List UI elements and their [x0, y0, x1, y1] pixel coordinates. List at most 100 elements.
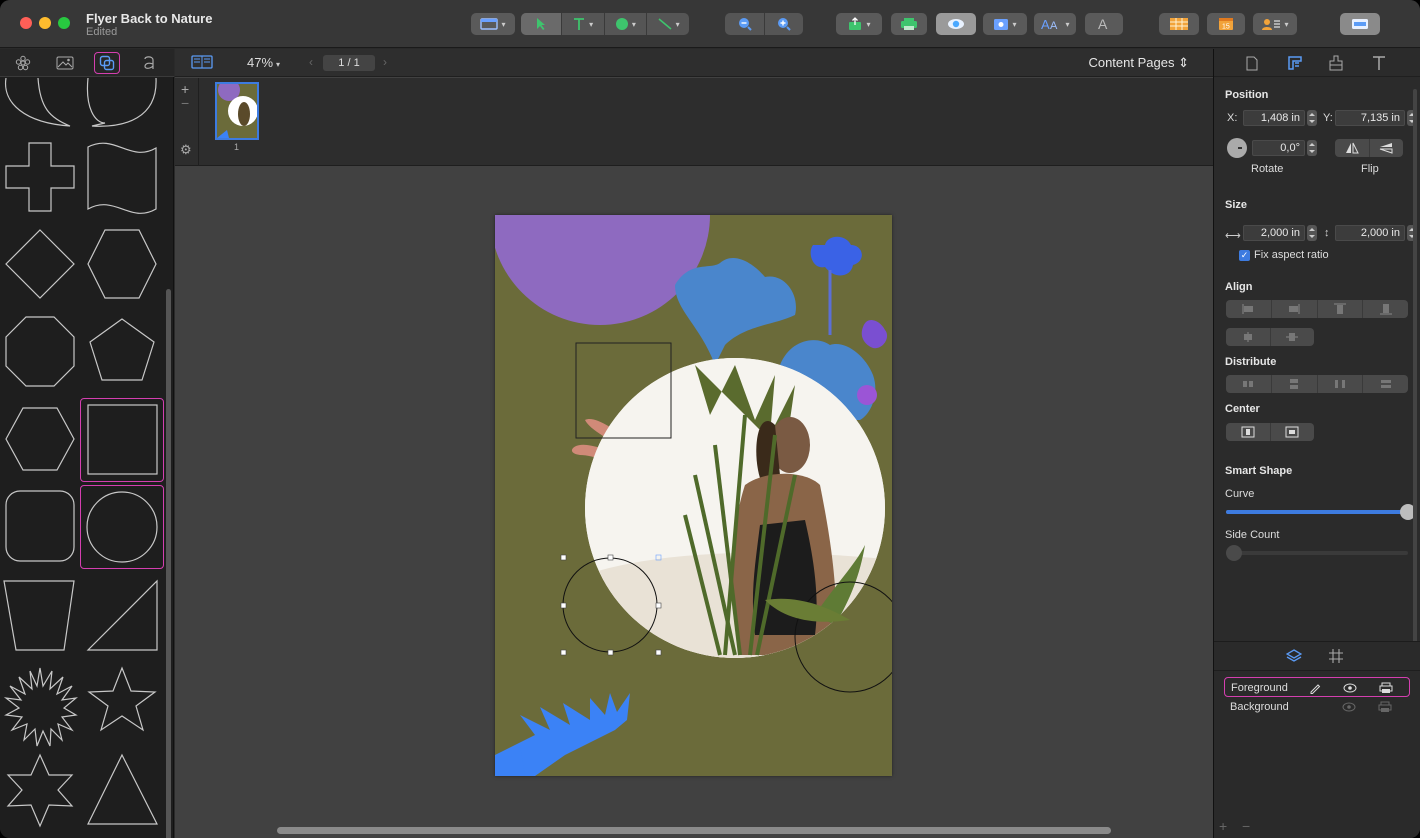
gear-icon[interactable]: ⚙ [180, 142, 192, 158]
tab-images[interactable] [52, 52, 78, 74]
previous-page-icon[interactable]: ‹ [309, 55, 313, 69]
circle-shape-icon [615, 18, 628, 30]
tab-layers[interactable] [1285, 648, 1303, 667]
shape-circle-selected[interactable] [80, 485, 164, 569]
remove-page-icon[interactable]: − [181, 95, 189, 111]
distribute-left-button[interactable] [1226, 375, 1272, 393]
printer-icon[interactable] [1378, 697, 1392, 717]
printer-icon [901, 18, 917, 30]
add-layer-icon[interactable]: + [1219, 818, 1227, 834]
line-tool-button[interactable]: ▾ [647, 13, 689, 35]
zoom-window-button[interactable] [58, 17, 70, 29]
layer-row-foreground[interactable]: Foreground [1224, 677, 1410, 697]
align-left-button[interactable] [1226, 300, 1272, 318]
minimize-window-button[interactable] [39, 17, 51, 29]
flip-vertical-button[interactable] [1370, 139, 1404, 157]
shape-tool-button[interactable]: ▾ [605, 13, 647, 35]
library-tabs [0, 49, 174, 77]
curve-slider[interactable] [1226, 504, 1416, 520]
text-icon [1373, 56, 1385, 70]
zoom-level[interactable]: 47% ▾ [247, 55, 280, 70]
table-button[interactable] [1159, 13, 1199, 35]
shapes-icon [99, 55, 115, 71]
remove-layer-icon[interactable]: − [1242, 818, 1250, 834]
align-right-button[interactable] [1272, 300, 1318, 318]
align-horizontal-center-button[interactable] [1226, 328, 1271, 346]
inspector-scrollbar[interactable] [1413, 89, 1417, 649]
tab-document[interactable] [1240, 53, 1264, 73]
insert-media-button[interactable]: ▾ [983, 13, 1027, 35]
print-button[interactable] [891, 13, 927, 35]
inspector-toggle-button[interactable] [1340, 13, 1380, 35]
view-mode-popup[interactable]: Content Pages ⇕ [1088, 55, 1189, 71]
zoom-out-button[interactable] [726, 13, 764, 35]
toolbar: Flyer Back to Nature Edited ▾ ▾ ▾ ▾ ▾ ▾ … [0, 0, 1420, 48]
width-field[interactable]: 2,000 in [1243, 225, 1305, 241]
distribute-top-button[interactable] [1272, 375, 1318, 393]
export-button[interactable]: ▾ [836, 13, 882, 35]
align-vertical-center-button[interactable] [1271, 328, 1315, 346]
align-top-button[interactable] [1318, 300, 1364, 318]
rotation-field[interactable]: 0,0° [1252, 140, 1305, 156]
page-thumbnails-toggle[interactable] [191, 55, 213, 72]
six-point-star-shape [6, 753, 74, 828]
page-thumbnail[interactable] [215, 82, 259, 140]
tab-style[interactable] [1324, 53, 1348, 73]
rotation-stepper[interactable] [1307, 140, 1317, 156]
distribute-top-icon [1290, 379, 1299, 389]
printer-icon[interactable] [1379, 678, 1393, 698]
hexagon-flat-shape [5, 407, 75, 471]
distribute-horizontal-button[interactable] [1318, 375, 1364, 393]
height-field[interactable]: 2,000 in [1335, 225, 1405, 241]
width-stepper[interactable] [1307, 225, 1317, 241]
arrange-icon [1288, 56, 1302, 70]
next-page-icon[interactable]: › [383, 55, 387, 69]
font-button[interactable]: A [1085, 13, 1123, 35]
center-vertically-button[interactable] [1271, 423, 1315, 441]
layout-menu-button[interactable]: ▾ [471, 13, 515, 35]
zoom-in-button[interactable] [765, 13, 803, 35]
calendar-button[interactable]: 15 [1207, 13, 1245, 35]
flip-horizontal-button[interactable] [1335, 139, 1370, 157]
side-count-label: Side Count [1225, 529, 1280, 541]
layer-row-background[interactable]: Background [1224, 697, 1410, 717]
page-number-field[interactable]: 1 / 1 [323, 55, 375, 71]
close-window-button[interactable] [20, 17, 32, 29]
distribute-vertical-button[interactable] [1363, 375, 1408, 393]
text-style-button[interactable]: A A ▾ [1034, 13, 1076, 35]
eye-icon[interactable] [1343, 678, 1357, 698]
side-count-slider[interactable] [1226, 545, 1408, 561]
tab-text-styles[interactable] [136, 52, 162, 74]
align-bottom-button[interactable] [1363, 300, 1408, 318]
tab-arrange[interactable] [1283, 53, 1307, 73]
align-top-icon [1333, 303, 1346, 314]
y-label: Y: [1323, 112, 1333, 124]
text-tool-button[interactable]: ▾ [562, 13, 604, 35]
x-position-field[interactable]: 1,408 in [1243, 110, 1305, 126]
center-horizontally-button[interactable] [1226, 423, 1271, 441]
y-position-field[interactable]: 7,135 in [1335, 110, 1405, 126]
wave-flag-shape [87, 142, 157, 214]
x-stepper[interactable] [1307, 110, 1317, 126]
select-tool-button[interactable] [521, 13, 561, 35]
canvas-horizontal-scrollbar[interactable] [277, 827, 1111, 834]
width-icon: ⟷ [1225, 230, 1241, 242]
tab-grid[interactable] [1328, 648, 1344, 667]
flip-label: Flip [1361, 163, 1379, 175]
library-scrollbar[interactable] [166, 289, 171, 838]
side-count-slider-knob[interactable] [1226, 545, 1242, 561]
tab-clipart[interactable] [10, 52, 36, 74]
eye-icon[interactable] [1342, 697, 1356, 717]
preview-button[interactable] [936, 13, 976, 35]
fix-aspect-checkbox[interactable]: ✓ [1239, 250, 1250, 261]
tab-shapes[interactable] [94, 52, 120, 74]
shape-square-selected[interactable] [80, 398, 164, 482]
contacts-button[interactable]: ▾ [1253, 13, 1297, 35]
rotate-knob[interactable] [1227, 138, 1247, 158]
align-bottom-icon [1379, 304, 1392, 315]
star-shape [87, 666, 157, 732]
pencil-icon[interactable] [1309, 678, 1321, 698]
speech-bubble-shape [4, 78, 71, 127]
flyer-page[interactable] [495, 215, 892, 776]
tab-text[interactable] [1367, 53, 1391, 73]
